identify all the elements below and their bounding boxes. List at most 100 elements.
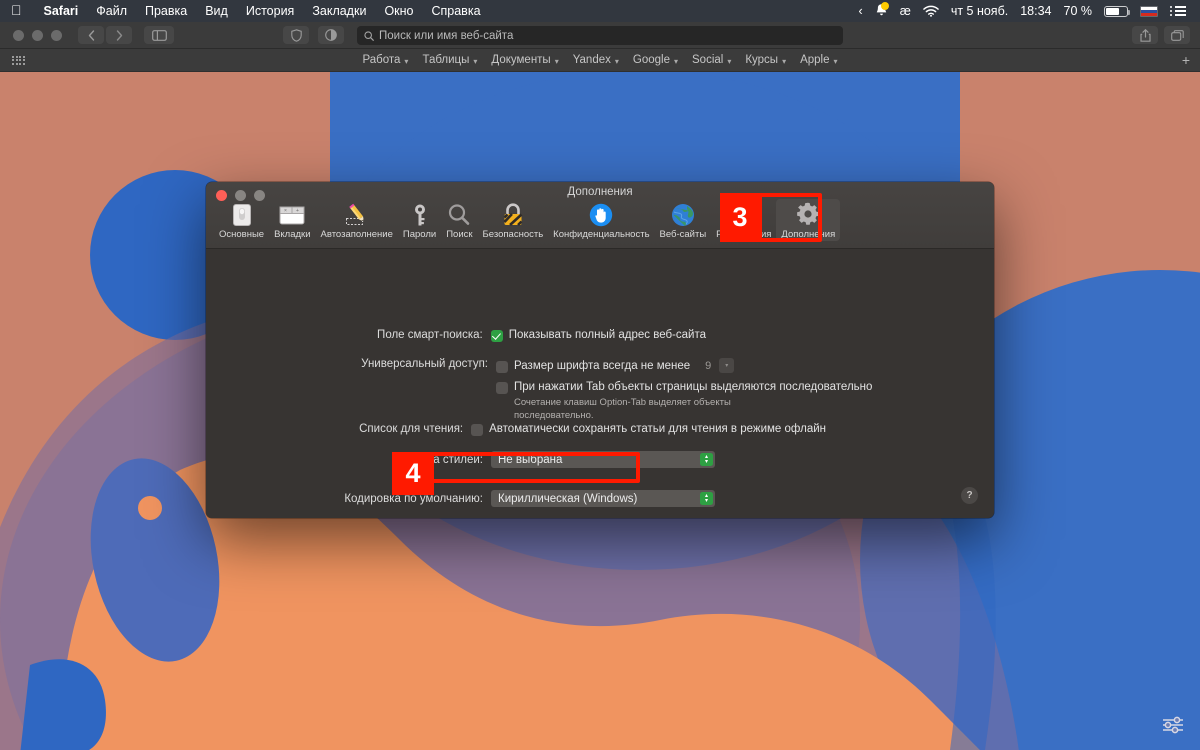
privacy-shield-button[interactable] xyxy=(283,26,309,44)
row-accessibility: Универсальный доступ: Размер шрифта всег… xyxy=(206,358,906,423)
bookmark-label: Курсы xyxy=(745,54,779,66)
bookmark-label: Работа xyxy=(362,54,401,66)
bookmark-item[interactable]: Google ▾ xyxy=(633,54,678,66)
bookmark-item[interactable]: Apple ▾ xyxy=(800,54,837,66)
bookmark-label: Social xyxy=(692,54,724,66)
forward-button[interactable] xyxy=(106,26,132,44)
menu-item-file[interactable]: Файл xyxy=(87,0,136,22)
input-source-indicator[interactable]: æ xyxy=(894,4,917,18)
style-sheet-select[interactable]: Не выбрана ▴ ▾ xyxy=(491,451,715,468)
bookmark-item[interactable]: Документы ▾ xyxy=(491,54,558,66)
bookmark-item[interactable]: Таблицы ▾ xyxy=(422,54,477,66)
tab-general[interactable]: Основные xyxy=(214,199,269,241)
min-font-size-stepper[interactable]: 9 ▾ xyxy=(697,358,735,373)
row-reading-list: Список для чтения: Автоматически сохраня… xyxy=(206,423,826,436)
bookmark-label: Таблицы xyxy=(422,54,470,66)
tab-label: Пароли xyxy=(402,229,437,240)
menu-item-bookmarks[interactable]: Закладки xyxy=(303,0,375,22)
tab-highlight-label: При нажатии Tab объекты страницы выделяю… xyxy=(514,381,873,393)
minimize-button[interactable] xyxy=(32,29,43,41)
menu-item-safari[interactable]: Safari xyxy=(35,0,88,22)
tab-websites[interactable]: Веб-сайты xyxy=(655,199,712,241)
collapse-chevron-icon[interactable]: ‹ xyxy=(853,4,869,18)
help-button[interactable]: ? xyxy=(961,487,978,504)
chevron-updown-icon[interactable]: ▴ ▾ xyxy=(700,492,713,505)
back-button[interactable] xyxy=(78,26,104,44)
min-font-size-label: Размер шрифта всегда не менее xyxy=(514,359,691,372)
safari-window: Поиск или имя веб-сайта Работа ▾ Таблицы ▾ xyxy=(0,22,1200,72)
bookmark-item[interactable]: Курсы ▾ xyxy=(745,54,786,66)
safari-traffic-lights[interactable] xyxy=(13,29,62,41)
tab-search[interactable]: Поиск xyxy=(441,199,477,241)
chevron-updown-icon[interactable]: ▾ xyxy=(719,358,735,373)
general-switch-icon xyxy=(230,201,254,227)
chevron-down-icon: ▾ xyxy=(782,56,787,66)
menu-item-edit[interactable]: Правка xyxy=(136,0,196,22)
style-sheet-label: Таблица стилей: xyxy=(394,453,483,466)
menu-item-view[interactable]: Вид xyxy=(196,0,237,22)
encoding-label: Кодировка по умолчанию: xyxy=(344,492,483,505)
tabs-window-icon: × + xyxy=(279,201,305,227)
menu-bar-time[interactable]: 18:34 xyxy=(1014,4,1057,18)
websites-globe-icon xyxy=(671,201,695,227)
menu-bar:  Safari Файл Правка Вид История Закладк… xyxy=(0,0,1200,22)
close-button[interactable] xyxy=(13,29,24,41)
battery-icon[interactable] xyxy=(1098,5,1134,17)
tab-advanced[interactable]: Дополнения xyxy=(776,199,841,241)
passwords-key-icon xyxy=(410,201,430,227)
bookmark-label: Apple xyxy=(800,54,830,66)
encoding-value: Кириллическая (Windows) xyxy=(498,492,638,505)
bookmark-items: Работа ▾ Таблицы ▾ Документы ▾ Yandex ▾ Goog… xyxy=(0,54,1200,66)
control-center-icon[interactable] xyxy=(1164,6,1192,16)
row-style-sheet: Таблица стилей: Не выбрана ▴ ▾ xyxy=(206,451,766,468)
tab-label: Дополнения xyxy=(781,229,836,240)
bookmark-item[interactable]: Social ▾ xyxy=(692,54,731,66)
encoding-select[interactable]: Кириллическая (Windows) ▴ ▾ xyxy=(491,490,715,507)
bookmark-item[interactable]: Работа ▾ xyxy=(362,54,408,66)
preferences-body: Поле смарт-поиска: Показывать полный адр… xyxy=(206,249,994,518)
screen: Поиск или имя веб-сайта Работа ▾ Таблицы ▾ xyxy=(0,0,1200,750)
tab-label: Конфиденциальность xyxy=(553,229,650,240)
smart-search-checkbox[interactable] xyxy=(490,330,503,342)
menu-item-history[interactable]: История xyxy=(237,0,303,22)
reading-list-checkbox[interactable] xyxy=(471,424,484,436)
tab-tabs[interactable]: × + Вкладки xyxy=(269,199,315,241)
menu-item-help[interactable]: Справка xyxy=(422,0,489,22)
menu-bar-date[interactable]: чт 5 нояб. xyxy=(945,4,1014,18)
tab-security[interactable]: Безопасность xyxy=(478,199,549,241)
sidebar-toggle-button[interactable] xyxy=(144,26,174,44)
svg-text:×: × xyxy=(284,208,287,214)
accessibility-label: Универсальный доступ: xyxy=(361,358,488,370)
russian-flag-icon[interactable] xyxy=(1134,5,1164,17)
bell-icon[interactable] xyxy=(869,1,894,20)
share-button[interactable] xyxy=(1132,26,1158,44)
chevron-updown-icon[interactable]: ▴ ▾ xyxy=(700,453,713,466)
chevron-down-icon: ▾ xyxy=(673,56,678,66)
address-bar[interactable]: Поиск или имя веб-сайта xyxy=(357,26,843,45)
security-lock-icon xyxy=(501,201,525,227)
tab-autofill[interactable]: Автозаполнение xyxy=(316,199,398,241)
search-icon xyxy=(364,30,374,41)
apple-logo-icon[interactable]:  xyxy=(11,3,22,17)
annotation-number-4: 4 xyxy=(392,452,434,495)
reading-list-checkbox-label: Автоматически сохранять статьи для чтени… xyxy=(489,423,826,435)
reader-contrast-button[interactable] xyxy=(318,26,344,44)
tab-privacy[interactable]: Конфиденциальность xyxy=(548,199,654,241)
chevron-down-icon: ▾ xyxy=(404,56,409,66)
tab-passwords[interactable]: Пароли xyxy=(398,199,441,241)
min-font-size-value: 9 xyxy=(705,359,712,372)
bookmark-item[interactable]: Yandex ▾ xyxy=(573,54,619,66)
show-all-tabs-button[interactable] xyxy=(1164,26,1190,44)
tab-label: Основные xyxy=(219,229,265,240)
plus-icon[interactable]: + xyxy=(1182,53,1190,67)
tab-highlight-checkbox[interactable] xyxy=(496,382,508,394)
reading-list-label: Список для чтения: xyxy=(359,423,464,435)
bookmark-label: Google xyxy=(632,54,670,66)
bookmark-label: Yandex xyxy=(572,54,611,66)
wifi-icon[interactable] xyxy=(917,5,945,17)
svg-text:+: + xyxy=(296,208,299,214)
sliders-settings-icon[interactable] xyxy=(1158,712,1188,738)
min-font-size-checkbox[interactable] xyxy=(496,360,508,373)
maximize-button[interactable] xyxy=(51,29,62,41)
menu-item-window[interactable]: Окно xyxy=(375,0,422,22)
